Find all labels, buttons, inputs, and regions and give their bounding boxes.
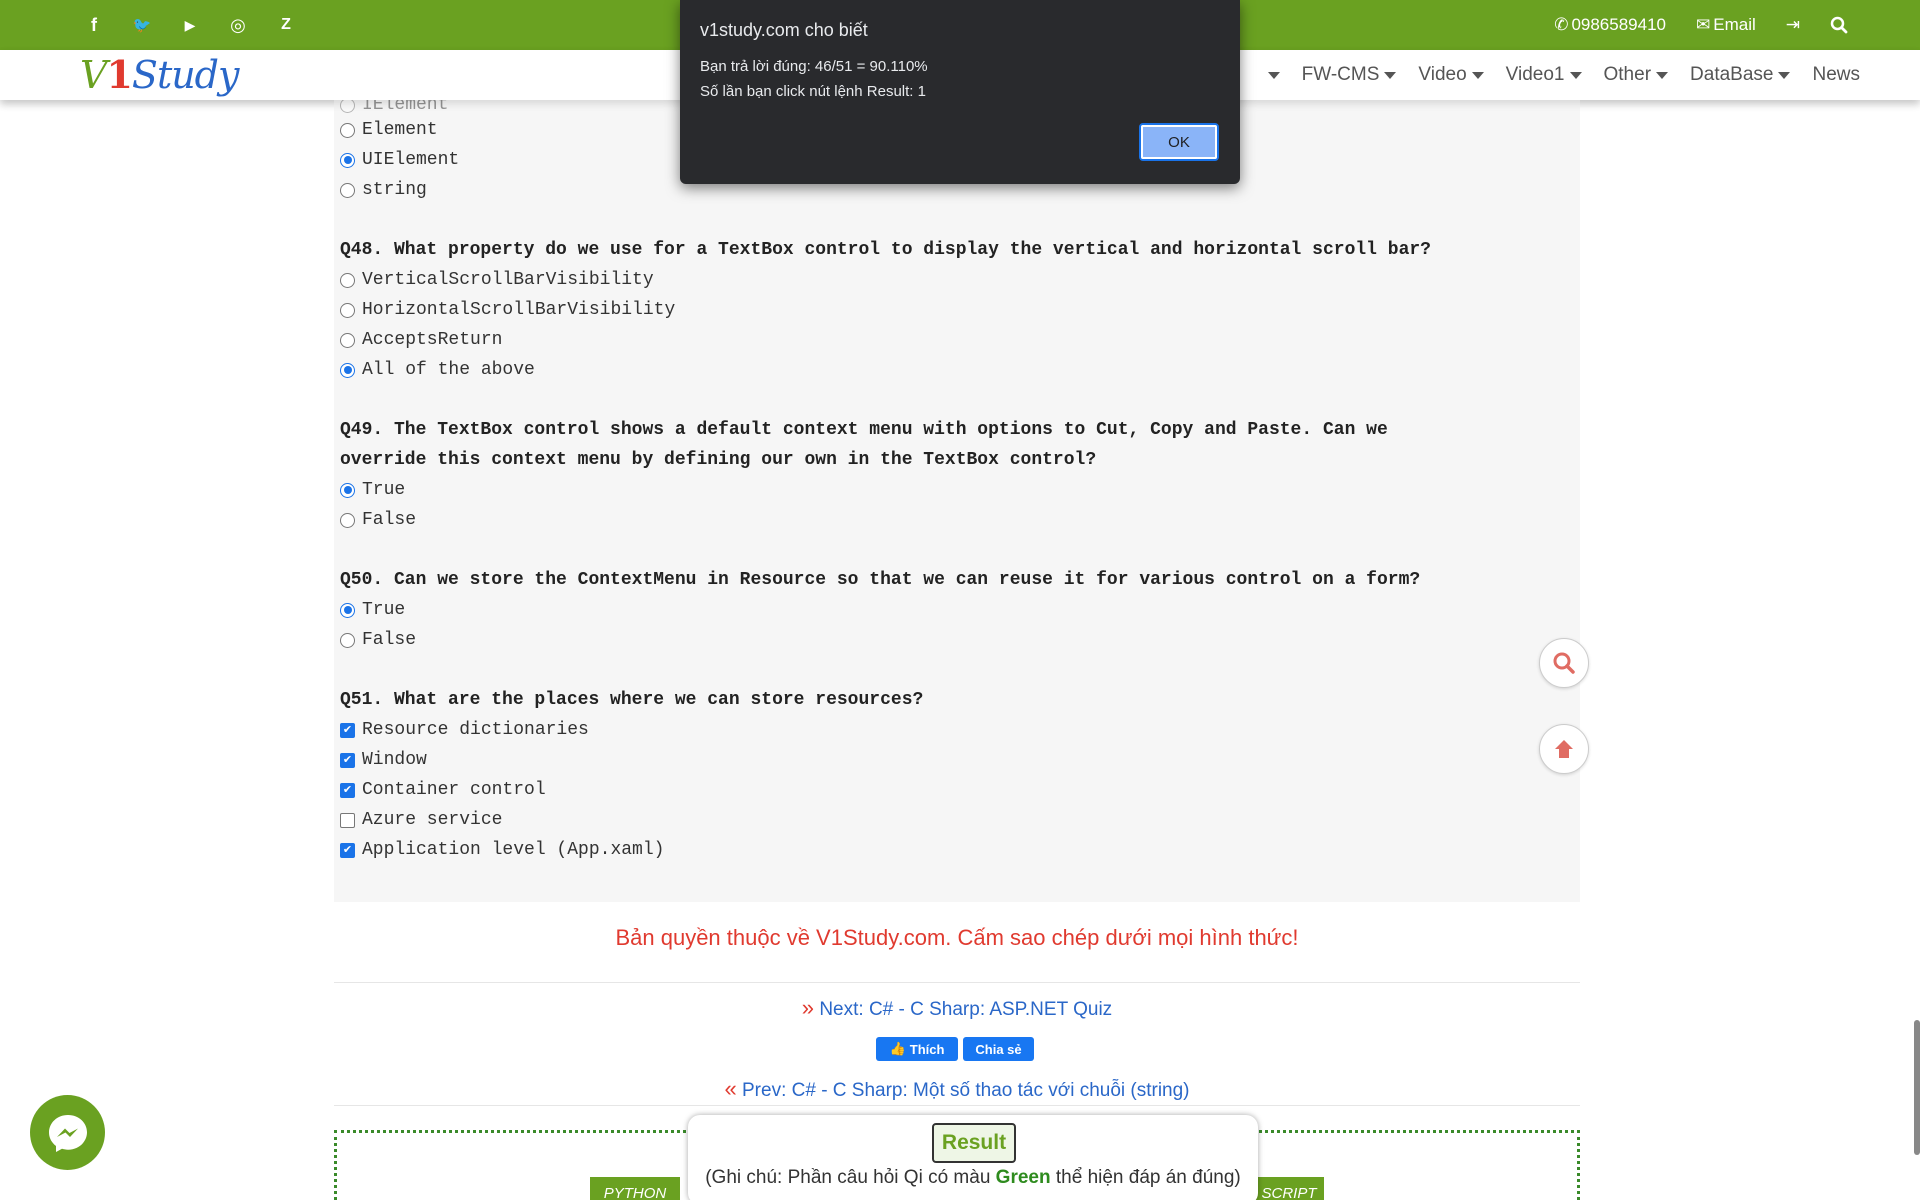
facebook-share-button[interactable]: Chia sẻ xyxy=(963,1037,1034,1061)
facebook-like-button[interactable]: 👍 Thích xyxy=(876,1037,958,1061)
question-q51: Q51. What are the places where we can st… xyxy=(340,690,924,710)
messenger-button[interactable] xyxy=(30,1095,105,1170)
q50-option[interactable]: False xyxy=(340,625,416,655)
twitter-icon[interactable]: 🐦 xyxy=(118,0,166,50)
radio-button-selected[interactable] xyxy=(340,362,355,378)
instagram-icon[interactable]: ◎ xyxy=(214,0,262,50)
contact-links: ✆ 0986589410 ✉ Email ⇥ xyxy=(1554,0,1848,50)
email-link[interactable]: ✉ Email xyxy=(1696,15,1756,35)
result-panel: Result (Ghi chú: Phần câu hỏi Qi có màu … xyxy=(688,1115,1258,1200)
phone-icon: ✆ xyxy=(1554,15,1569,34)
radio-button[interactable] xyxy=(340,122,355,138)
prev-link[interactable]: « Prev: C# - C Sharp: Một số thao tác vớ… xyxy=(334,1076,1580,1102)
radio-button-selected[interactable] xyxy=(340,482,355,498)
q47-option[interactable]: UIElement xyxy=(340,145,459,175)
menu-item-fw-cms[interactable]: FW-CMS xyxy=(1302,64,1397,86)
phone-number: 0986589410 xyxy=(1571,15,1666,34)
caret-down-icon xyxy=(1267,71,1280,79)
alert-dialog: v1study.com cho biết Bạn trả lời đúng: 4… xyxy=(680,0,1240,184)
youtube-icon[interactable]: ▶ xyxy=(166,0,214,50)
search-icon[interactable] xyxy=(1830,16,1848,34)
q48-option[interactable]: VerticalScrollBarVisibility xyxy=(340,265,654,295)
question-q48: Q48. What property do we use for a TextB… xyxy=(340,240,1431,260)
result-button[interactable]: Result xyxy=(932,1123,1016,1163)
main-menu: FW-CMS Video Video1 Other DataBase News xyxy=(1267,50,1860,100)
alert-score-line: Bạn trả lời đúng: 46/51 = 90.110% xyxy=(700,58,928,75)
question-q50: Q50. Can we store the ContextMenu in Res… xyxy=(340,570,1421,590)
search-icon xyxy=(1553,652,1575,674)
radio-button[interactable] xyxy=(340,512,355,528)
q47-option[interactable]: string xyxy=(340,175,427,205)
double-chevron-right-icon: » xyxy=(801,995,815,1020)
menu-item-database[interactable]: DataBase xyxy=(1690,64,1791,86)
script-category-button[interactable]: SCRIPT xyxy=(1254,1177,1324,1200)
alert-ok-button[interactable]: OK xyxy=(1139,123,1219,161)
radio-button[interactable] xyxy=(340,302,355,318)
login-icon[interactable]: ⇥ xyxy=(1786,15,1800,35)
site-logo[interactable]: V1Study xyxy=(80,52,239,97)
menu-item-video1[interactable]: Video1 xyxy=(1506,64,1582,86)
next-link[interactable]: » Next: C# - C Sharp: ASP.NET Quiz xyxy=(334,995,1580,1021)
phone-link[interactable]: ✆ 0986589410 xyxy=(1554,15,1666,35)
caret-down-icon xyxy=(1569,71,1582,79)
caret-down-icon xyxy=(1384,71,1397,79)
radio-button-selected[interactable] xyxy=(340,152,355,168)
social-links: f 🐦 ▶ ◎ Z xyxy=(70,0,310,50)
question-q49-line2: override this context menu by defining o… xyxy=(340,450,1097,470)
search-float-button[interactable] xyxy=(1539,638,1589,688)
q51-option[interactable]: ✔ Window xyxy=(340,745,427,775)
divider xyxy=(334,1105,1580,1106)
caret-down-icon xyxy=(1471,71,1484,79)
python-category-button[interactable]: PYTHON xyxy=(590,1177,680,1200)
q49-option[interactable]: True xyxy=(340,475,405,505)
checkbox-checked[interactable]: ✔ xyxy=(340,842,355,858)
menu-item-other[interactable]: Other xyxy=(1604,64,1669,86)
menu-item-video[interactable]: Video xyxy=(1418,64,1484,86)
radio-button[interactable] xyxy=(340,182,355,198)
result-note: (Ghi chú: Phần câu hỏi Qi có màu Green t… xyxy=(705,1167,1241,1188)
quiz-panel: IElement Element UIElement string Q48. W… xyxy=(334,95,1580,902)
facebook-icon[interactable]: f xyxy=(70,0,118,50)
checkbox-checked[interactable]: ✔ xyxy=(340,722,355,738)
messenger-icon xyxy=(48,1114,87,1152)
zalo-icon[interactable]: Z xyxy=(262,0,310,50)
q51-option[interactable]: ✔ Container control xyxy=(340,775,546,805)
caret-down-icon xyxy=(1778,71,1791,79)
email-label: Email xyxy=(1713,15,1756,34)
checkbox-checked[interactable]: ✔ xyxy=(340,752,355,768)
divider xyxy=(334,982,1580,983)
q49-option[interactable]: False xyxy=(340,505,416,535)
q48-option[interactable]: All of the above xyxy=(340,355,535,385)
q48-option[interactable]: AcceptsReturn xyxy=(340,325,502,355)
radio-button[interactable] xyxy=(340,632,355,648)
alert-click-count-line: Số lần bạn click nút lệnh Result: 1 xyxy=(700,83,926,100)
menu-item-news[interactable]: News xyxy=(1812,64,1860,86)
menu-item-hidden-dropdown[interactable] xyxy=(1267,71,1280,79)
arrow-up-icon xyxy=(1555,740,1573,758)
question-q49-line1: Q49. The TextBox control shows a default… xyxy=(340,420,1388,440)
thumbs-up-icon: 👍 xyxy=(889,1041,906,1056)
envelope-icon: ✉ xyxy=(1695,15,1711,34)
double-chevron-left-icon: « xyxy=(724,1076,737,1101)
q47-option[interactable]: Element xyxy=(340,115,438,145)
copyright-notice: Bản quyền thuộc về V1Study.com. Cấm sao … xyxy=(615,925,1299,950)
radio-button-selected[interactable] xyxy=(340,602,355,618)
page-scrollbar-thumb[interactable] xyxy=(1914,1020,1920,1155)
checkbox[interactable] xyxy=(340,812,355,828)
q51-option[interactable]: Azure service xyxy=(340,805,502,835)
radio-button[interactable] xyxy=(340,272,355,288)
radio-button[interactable] xyxy=(340,332,355,348)
q51-option[interactable]: ✔ Application level (App.xaml) xyxy=(340,835,664,865)
caret-down-icon xyxy=(1656,71,1669,79)
q48-option[interactable]: HorizontalScrollBarVisibility xyxy=(340,295,675,325)
scroll-top-button[interactable] xyxy=(1539,724,1589,774)
alert-title: v1study.com cho biết xyxy=(700,20,868,40)
q50-option[interactable]: True xyxy=(340,595,405,625)
q51-option[interactable]: ✔ Resource dictionaries xyxy=(340,715,589,745)
checkbox-checked[interactable]: ✔ xyxy=(340,782,355,798)
